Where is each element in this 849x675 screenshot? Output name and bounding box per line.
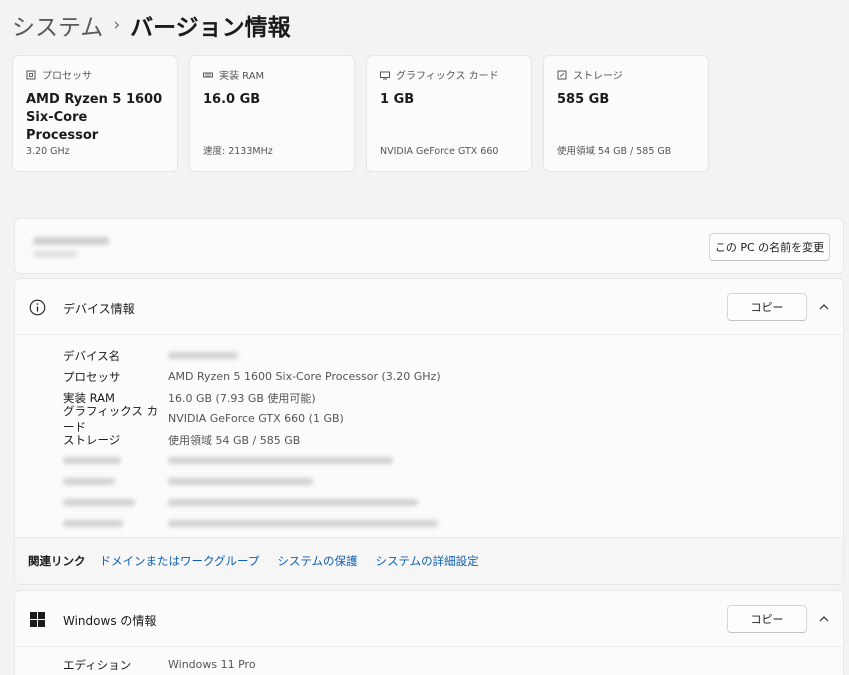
table-row-blurred [63,450,441,471]
device-info-header[interactable]: デバイス情報 コピー [15,279,843,335]
row-value: AMD Ryzen 5 1600 Six-Core Processor (3.2… [168,370,441,383]
windows-info-section: Windows の情報 コピー エディション Windows 11 Pro [14,590,844,675]
row-label: デバイス名 [63,348,121,363]
row-value: 使用領域 54 GB / 585 GB [168,433,301,447]
device-model-blurred [33,251,77,257]
blurred-label [63,457,121,464]
table-row: プロセッサ AMD Ryzen 5 1600 Six-Core Processo… [63,366,441,387]
page-title: バージョン情報 [130,15,291,41]
spec-card-processor: プロセッサ AMD Ryzen 5 1600 Six-Core Processo… [12,55,178,172]
spec-detail: 3.20 GHz [26,146,70,157]
blurred-label [63,478,115,485]
row-label: プロセッサ [63,369,121,384]
spec-value: 16.0 GB [203,92,261,107]
table-row: デバイス名 [63,345,441,366]
domain-workgroup-link[interactable]: ドメインまたはワークグループ [100,553,260,569]
table-row: ストレージ 使用領域 54 GB / 585 GB [63,429,441,450]
row-label: ストレージ [63,432,121,447]
spec-value: 1 GB [380,92,415,107]
breadcrumb-system-link[interactable]: システム [12,8,103,42]
related-links-label: 関連リンク [28,554,86,568]
table-row: エディション Windows 11 Pro [63,654,256,675]
copy-windows-info-button[interactable]: コピー [727,605,807,633]
device-info-title: デバイス情報 [63,302,135,316]
copy-device-info-button[interactable]: コピー [727,293,807,321]
windows-logo-icon [30,612,45,627]
row-label: グラフィックス カード [63,403,159,434]
chevron-up-icon[interactable] [818,613,830,625]
pc-name-panel: この PC の名前を変更 [14,218,844,274]
device-name-blurred [33,237,109,245]
chevron-up-icon[interactable] [818,301,830,313]
device-info-section: デバイス情報 コピー デバイス名 プロセッサ AMD Ryzen 5 1600 … [14,278,844,585]
windows-info-title: Windows の情報 [63,614,157,628]
info-icon [29,299,46,316]
spec-value: 585 GB [557,92,610,107]
spec-label: グラフィックス カード [396,71,499,82]
spec-card-graphics: グラフィックス カード 1 GB NVIDIA GeForce GTX 660 [366,55,532,172]
row-value: NVIDIA GeForce GTX 660 (1 GB) [168,412,344,425]
blurred-value [168,457,393,464]
windows-info-header[interactable]: Windows の情報 コピー [15,591,843,647]
breadcrumb-separator: › [113,15,121,35]
rename-pc-button[interactable]: この PC の名前を変更 [709,233,830,261]
device-info-table: デバイス名 プロセッサ AMD Ryzen 5 1600 Six-Core Pr… [63,345,441,534]
graphics-card-icon [380,71,390,79]
blurred-value [168,520,438,527]
table-row-blurred [63,492,441,513]
spec-card-storage: ストレージ 585 GB 使用領域 54 GB / 585 GB [543,55,709,172]
system-protection-link[interactable]: システムの保護 [277,553,357,569]
processor-chip-icon [26,70,36,79]
breadcrumb: システム › バージョン情報 [12,8,291,42]
blurred-label [63,520,123,527]
spec-label: プロセッサ [42,71,92,82]
related-links-bar: 関連リンク ドメインまたはワークグループ システムの保護 システムの詳細設定 [15,537,843,584]
blurred-label [63,499,135,506]
advanced-system-settings-link[interactable]: システムの詳細設定 [376,553,479,569]
row-value: 16.0 GB (7.93 GB 使用可能) [168,391,316,405]
memory-ram-icon [203,72,213,77]
spec-detail: NVIDIA GeForce GTX 660 [380,146,499,157]
table-row-blurred [63,513,441,534]
spec-card-ram: 実装 RAM 16.0 GB 速度: 2133MHz [189,55,355,172]
blurred-value [168,499,418,506]
device-name-value-blurred [168,352,238,359]
row-value: Windows 11 Pro [168,658,256,671]
row-label: エディション [63,657,132,672]
table-row-blurred [63,471,441,492]
spec-label: ストレージ [573,71,623,82]
storage-drive-icon [557,70,567,79]
spec-detail: 速度: 2133MHz [203,146,273,157]
table-row: グラフィックス カード NVIDIA GeForce GTX 660 (1 GB… [63,404,441,434]
spec-value: AMD Ryzen 5 1600 Six-Core Processor [26,92,163,143]
spec-label: 実装 RAM [219,71,265,82]
blurred-value [168,478,313,485]
spec-detail: 使用領域 54 GB / 585 GB [557,146,672,157]
